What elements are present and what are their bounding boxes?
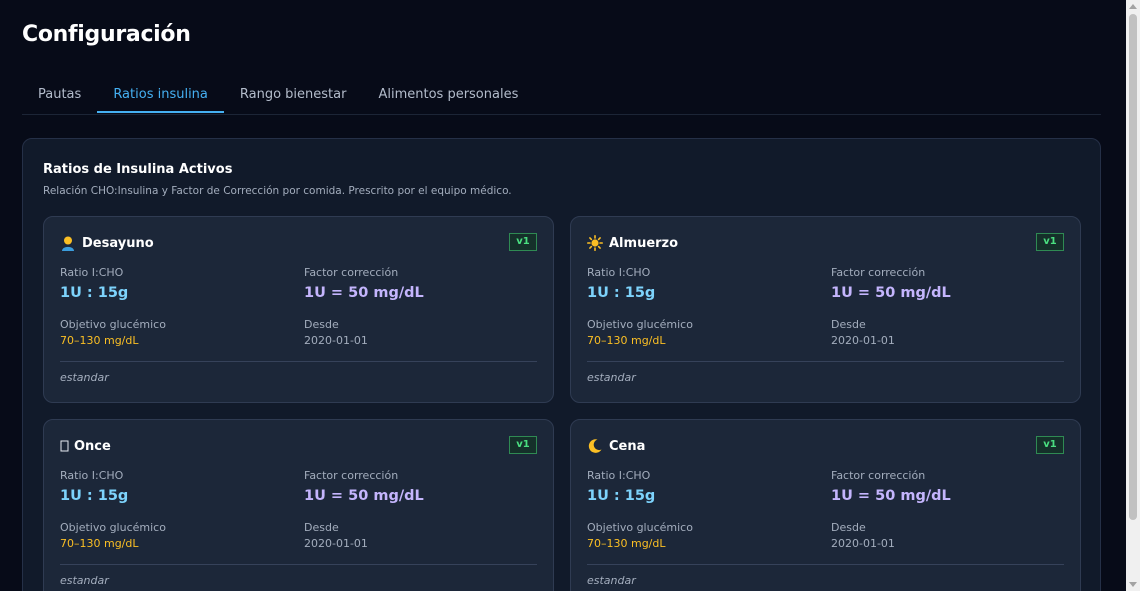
- version-badge: v1: [1036, 436, 1064, 454]
- ratio-label: Ratio I:CHO: [60, 469, 124, 482]
- divider: [60, 361, 537, 362]
- note-text: estandar: [60, 574, 109, 587]
- meal-card-cena: Cena v1 Ratio I:CHO 1U : 15g Factor corr…: [570, 419, 1081, 591]
- version-badge: v1: [509, 436, 537, 454]
- sun-icon: [587, 235, 603, 251]
- meal-header: Cena: [587, 438, 645, 454]
- tab-bar: Pautas Ratios insulina Rango bienestar A…: [22, 76, 1101, 115]
- divider: [587, 361, 1064, 362]
- ratio-value: 1U : 15g: [587, 488, 656, 504]
- ratio-value: 1U : 15g: [60, 285, 129, 301]
- target-label: Objetivo glucémico: [60, 318, 166, 331]
- ratio-label: Ratio I:CHO: [587, 266, 651, 279]
- meal-header: Desayuno: [60, 235, 154, 251]
- ratio-value: 1U : 15g: [587, 285, 656, 301]
- since-label: Desde: [831, 318, 866, 331]
- factor-value: 1U = 50 mg/dL: [304, 285, 424, 301]
- meal-name: Cena: [609, 438, 646, 454]
- meal-card-almuerzo: Almuerzo v1 Ratio I:CHO 1U : 15g Factor …: [570, 216, 1081, 403]
- tab-rango-bienestar[interactable]: Rango bienestar: [224, 76, 363, 113]
- target-value: 70–130 mg/dL: [587, 537, 666, 550]
- meal-header: Once: [60, 438, 111, 454]
- version-badge: v1: [1036, 233, 1064, 251]
- target-label: Objetivo glucémico: [587, 318, 693, 331]
- panel-title: Ratios de Insulina Activos: [43, 162, 233, 177]
- missing-glyph-icon: [60, 438, 69, 454]
- panel-subtitle: Relación CHO:Insulina y Factor de Correc…: [43, 185, 512, 197]
- ratio-value: 1U : 15g: [60, 488, 129, 504]
- scroll-up-arrow-icon[interactable]: [1129, 4, 1137, 9]
- crescent-moon-icon: [587, 438, 603, 454]
- meal-card-desayuno: Desayuno v1 Ratio I:CHO 1U : 15g Factor …: [43, 216, 554, 403]
- since-label: Desde: [304, 521, 339, 534]
- note-text: estandar: [60, 371, 109, 384]
- tab-alimentos-personales[interactable]: Alimentos personales: [362, 76, 534, 113]
- factor-label: Factor corrección: [831, 469, 926, 482]
- since-label: Desde: [831, 521, 866, 534]
- since-value: 2020-01-01: [304, 334, 368, 347]
- active-ratios-panel: Ratios de Insulina Activos Relación CHO:…: [22, 138, 1101, 591]
- factor-value: 1U = 50 mg/dL: [304, 488, 424, 504]
- note-text: estandar: [587, 574, 636, 587]
- divider: [60, 564, 537, 565]
- meal-name: Once: [74, 438, 111, 454]
- since-value: 2020-01-01: [831, 537, 895, 550]
- version-badge: v1: [509, 233, 537, 251]
- target-value: 70–130 mg/dL: [60, 537, 139, 550]
- vertical-scrollbar[interactable]: [1126, 0, 1140, 591]
- main-content: Configuración Pautas Ratios insulina Ran…: [22, 0, 1101, 591]
- since-value: 2020-01-01: [304, 537, 368, 550]
- ratio-label: Ratio I:CHO: [587, 469, 651, 482]
- ratio-label: Ratio I:CHO: [60, 266, 124, 279]
- since-value: 2020-01-01: [831, 334, 895, 347]
- meal-card-once: Once v1 Ratio I:CHO 1U : 15g Factor corr…: [43, 419, 554, 591]
- since-label: Desde: [304, 318, 339, 331]
- target-value: 70–130 mg/dL: [587, 334, 666, 347]
- factor-value: 1U = 50 mg/dL: [831, 285, 951, 301]
- target-label: Objetivo glucémico: [587, 521, 693, 534]
- scroll-down-arrow-icon[interactable]: [1129, 582, 1137, 587]
- tab-pautas[interactable]: Pautas: [22, 76, 97, 113]
- person-icon: [60, 235, 76, 251]
- divider: [587, 564, 1064, 565]
- note-text: estandar: [587, 371, 636, 384]
- factor-value: 1U = 50 mg/dL: [831, 488, 951, 504]
- factor-label: Factor corrección: [831, 266, 926, 279]
- meal-name: Almuerzo: [609, 235, 679, 251]
- target-label: Objetivo glucémico: [60, 521, 166, 534]
- target-value: 70–130 mg/dL: [60, 334, 139, 347]
- factor-label: Factor corrección: [304, 469, 399, 482]
- page-title: Configuración: [22, 22, 191, 47]
- tab-ratios-insulina[interactable]: Ratios insulina: [97, 76, 224, 113]
- meal-header: Almuerzo: [587, 235, 678, 251]
- meal-name: Desayuno: [82, 235, 154, 251]
- settings-page: Configuración Pautas Ratios insulina Ran…: [0, 0, 1140, 591]
- factor-label: Factor corrección: [304, 266, 399, 279]
- scroll-thumb[interactable]: [1129, 14, 1137, 520]
